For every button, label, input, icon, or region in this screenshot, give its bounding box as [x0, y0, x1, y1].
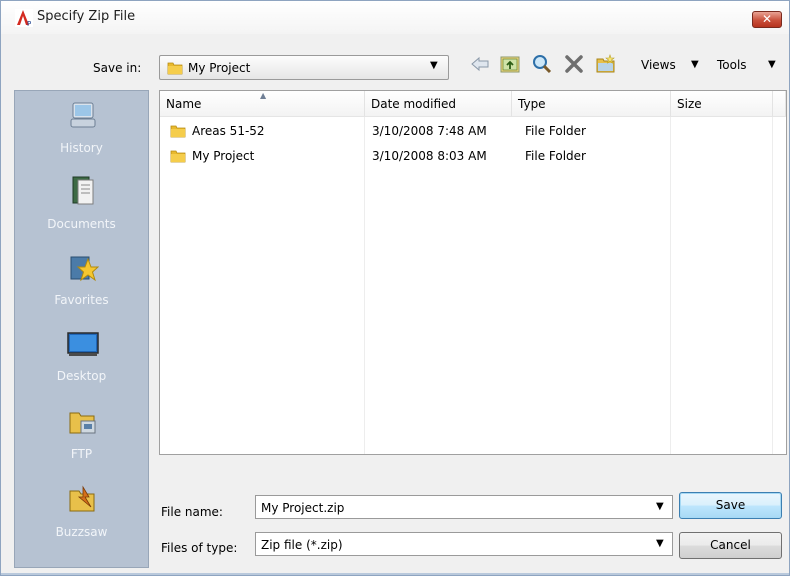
views-menu[interactable]: Views	[641, 58, 676, 72]
views-label: Views	[641, 58, 676, 72]
create-folder-button[interactable]	[595, 53, 617, 77]
file-type: File Folder	[525, 149, 586, 163]
file-name-label: File name:	[161, 505, 223, 519]
delete-button[interactable]	[563, 53, 585, 77]
file-name: Areas 51-52	[192, 124, 265, 138]
close-button[interactable]: ✕	[752, 11, 782, 28]
back-arrow-icon	[471, 56, 489, 72]
file-type-label: Files of type:	[161, 541, 238, 555]
tools-menu[interactable]: Tools	[717, 58, 747, 72]
column-header-date[interactable]: Date modified	[365, 91, 512, 117]
places-bar: History Documents Favorites Desktop FTP …	[14, 90, 149, 568]
autocad-app-icon: P	[15, 9, 33, 27]
place-label: Desktop	[56, 369, 107, 383]
place-buzzsaw[interactable]: Buzzsaw	[15, 479, 148, 555]
folder-icon	[170, 125, 186, 138]
close-icon: ✕	[761, 12, 773, 26]
desktop-icon	[67, 332, 99, 356]
chevron-down-icon[interactable]: ▼	[656, 538, 664, 549]
search-web-icon	[533, 55, 552, 74]
chevron-down-icon: ▼	[430, 60, 438, 71]
file-name: My Project	[192, 149, 255, 163]
column-header-label: Date modified	[371, 97, 457, 111]
file-type-dropdown[interactable]: Zip file (*.zip) ▼	[255, 532, 673, 556]
place-favorites[interactable]: Favorites	[15, 247, 148, 323]
column-header-size[interactable]: Size	[671, 91, 773, 117]
up-folder-button[interactable]	[499, 53, 521, 77]
title-bar[interactable]: P Specify Zip File ✕	[1, 1, 789, 34]
buzzsaw-icon	[69, 485, 95, 512]
tools-label: Tools	[717, 58, 747, 72]
list-item[interactable]: My Project 3/10/2008 8:03 AM File Folder	[160, 146, 786, 168]
svg-text:P: P	[27, 20, 31, 27]
save-button-label: Save	[715, 498, 746, 512]
file-type: File Folder	[525, 124, 586, 138]
save-in-dropdown[interactable]: My Project ▼	[159, 55, 449, 80]
column-header-name[interactable]: ▲ Name	[160, 91, 365, 117]
place-label: FTP	[70, 447, 93, 461]
tools-dropdown-icon[interactable]: ▼	[768, 59, 776, 70]
place-history[interactable]: History	[15, 95, 148, 171]
chevron-down-icon[interactable]: ▼	[656, 501, 664, 512]
column-header-type[interactable]: Type	[512, 91, 671, 117]
column-header-label: Name	[166, 97, 202, 111]
cancel-button[interactable]: Cancel	[679, 532, 782, 559]
history-icon	[70, 102, 96, 128]
save-in-value: My Project	[188, 61, 251, 75]
column-header-label: Type	[518, 97, 546, 111]
dialog-window: P Specify Zip File ✕ Save in: My Project…	[0, 0, 790, 576]
up-folder-icon	[500, 56, 520, 73]
favorites-icon	[70, 256, 99, 282]
file-type-value: Zip file (*.zip)	[261, 538, 343, 552]
cancel-button-label: Cancel	[710, 538, 751, 552]
file-name-input[interactable]: My Project.zip ▼	[255, 495, 673, 519]
place-label: History	[60, 141, 103, 155]
save-button[interactable]: Save	[679, 492, 782, 519]
create-folder-icon	[596, 54, 615, 73]
column-header-filler	[773, 91, 786, 117]
views-dropdown-icon[interactable]: ▼	[691, 59, 699, 70]
search-web-button[interactable]	[531, 53, 553, 77]
file-name-value: My Project.zip	[261, 501, 345, 515]
place-desktop[interactable]: Desktop	[15, 323, 148, 399]
place-label: Documents	[47, 217, 116, 231]
place-ftp[interactable]: FTP	[15, 401, 148, 477]
place-label: Favorites	[54, 293, 109, 307]
file-list[interactable]: ▲ Name Date modified Type Size Areas 51-…	[159, 90, 787, 455]
file-date: 3/10/2008 8:03 AM	[372, 149, 487, 163]
save-in-label: Save in:	[93, 61, 142, 75]
list-item[interactable]: Areas 51-52 3/10/2008 7:48 AM File Folde…	[160, 121, 786, 143]
window-title: Specify Zip File	[37, 9, 136, 24]
delete-icon	[565, 55, 583, 73]
back-button[interactable]	[469, 53, 491, 77]
folder-icon	[167, 62, 183, 75]
column-header-label: Size	[677, 97, 702, 111]
sort-ascending-icon: ▲	[260, 91, 267, 100]
documents-icon	[72, 176, 94, 205]
file-date: 3/10/2008 7:48 AM	[372, 124, 487, 138]
ftp-icon	[69, 412, 96, 434]
place-documents[interactable]: Documents	[15, 171, 148, 247]
place-label: Buzzsaw	[55, 525, 108, 539]
folder-icon	[170, 150, 186, 163]
